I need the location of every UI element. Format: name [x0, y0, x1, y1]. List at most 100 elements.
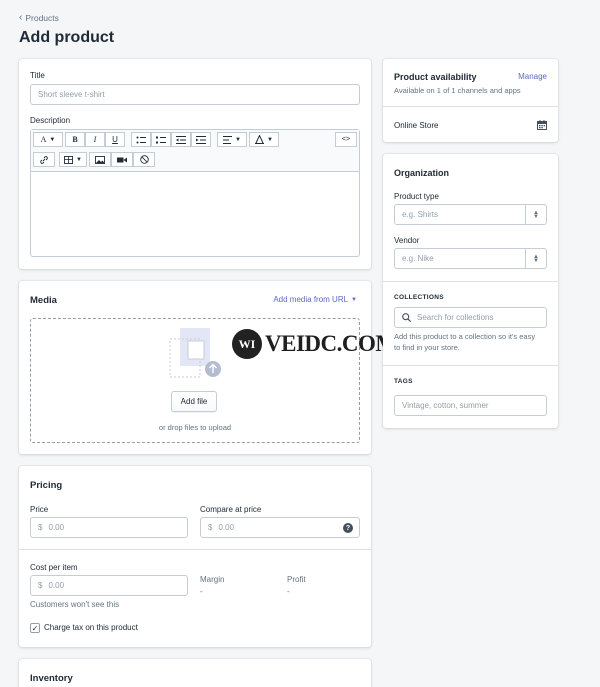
product-type-label: Product type	[394, 192, 439, 201]
select-arrows-icon: ▲ ▼	[525, 205, 546, 224]
manage-link[interactable]: Manage	[518, 72, 547, 81]
organization-heading: Organization	[394, 168, 450, 178]
add-media-from-url-link[interactable]: Add media from URL ▼	[273, 295, 357, 304]
pricing-heading: Pricing	[30, 480, 63, 491]
vendor-select[interactable]: e.g. Nike ▲ ▼	[394, 248, 547, 269]
insert-table-button[interactable]: ▼	[59, 152, 87, 167]
add-file-button[interactable]: Add file	[171, 391, 217, 412]
page-title: Add product	[19, 29, 115, 46]
indent-button[interactable]	[191, 132, 211, 147]
charge-tax-label: Charge tax on this product	[44, 623, 138, 632]
numbered-list-icon	[156, 136, 166, 143]
image-icon	[95, 155, 105, 164]
cost-currency: $	[38, 581, 43, 590]
price-label: Price	[30, 505, 49, 514]
outdent-icon	[176, 135, 186, 144]
insert-link-button[interactable]	[33, 152, 55, 167]
caret-down-icon: ▼	[351, 296, 357, 303]
caret-down-icon: ▼	[49, 136, 56, 143]
underline-button[interactable]: U	[105, 132, 125, 147]
italic-button[interactable]: I	[85, 132, 105, 147]
link-icon	[40, 155, 48, 164]
cost-value: 0.00	[48, 581, 65, 590]
outdent-button[interactable]	[171, 132, 191, 147]
table-icon	[64, 155, 73, 164]
help-icon[interactable]: ?	[343, 523, 353, 533]
availability-divider	[383, 106, 558, 107]
organization-divider	[383, 281, 558, 282]
bold-button[interactable]: B	[65, 132, 85, 147]
title-input[interactable]: Short sleeve t-shirt	[30, 84, 360, 105]
description-editor[interactable]: A ▼ B I U ▼ ▼ <> ▼	[30, 129, 360, 257]
margin-value: -	[200, 587, 203, 596]
vendor-placeholder: e.g. Nike	[402, 254, 434, 263]
compare-at-price-label: Compare at price	[200, 505, 262, 514]
font-format-label: A	[40, 135, 47, 144]
collections-placeholder: Search for collections	[417, 313, 494, 322]
inventory-card: Inventory	[19, 659, 371, 687]
profit-value: -	[287, 587, 290, 596]
product-type-select[interactable]: e.g. Shirts ▲ ▼	[394, 204, 547, 225]
margin-label: Margin	[200, 575, 225, 584]
add-media-from-url-label: Add media from URL	[273, 295, 349, 304]
product-availability-card: Product availability Manage Available on…	[383, 59, 558, 142]
image-placeholder-icon	[169, 328, 221, 378]
editor-toolbar: A ▼ B I U ▼ ▼ <> ▼	[31, 130, 359, 172]
text-color-button[interactable]: ▼	[249, 132, 279, 147]
caret-down-icon: ▼	[235, 136, 241, 143]
watermark-logo: WI VEIDC.COM	[232, 329, 397, 359]
product-details-card: Title Short sleeve t-shirt Description A…	[19, 59, 371, 269]
pricing-divider	[19, 549, 371, 550]
title-label: Title	[30, 71, 45, 80]
insert-video-button[interactable]	[111, 152, 133, 167]
bullet-list-button[interactable]	[131, 132, 151, 147]
title-placeholder: Short sleeve t-shirt	[38, 90, 105, 99]
tags-divider	[383, 365, 558, 366]
cost-per-item-label: Cost per item	[30, 563, 78, 572]
vendor-label: Vendor	[394, 236, 420, 245]
font-format-button[interactable]: A ▼	[33, 132, 63, 147]
chevron-left-icon: ‹	[19, 12, 23, 23]
breadcrumb-back-link[interactable]: ‹ Products	[19, 12, 59, 24]
compare-value: 0.00	[218, 523, 235, 532]
clear-formatting-button[interactable]	[133, 152, 155, 167]
collections-heading: COLLECTIONS	[394, 294, 444, 301]
clear-formatting-icon	[139, 155, 149, 164]
html-view-button[interactable]: <>	[335, 132, 357, 147]
indent-icon	[196, 135, 206, 144]
watermark-emblem: WI	[232, 329, 262, 359]
insert-image-button[interactable]	[89, 152, 111, 167]
drop-files-hint: or drop files to upload	[158, 423, 232, 432]
charge-tax-checkbox[interactable]: ✓	[30, 623, 40, 633]
tags-input[interactable]: Vintage, cotton, summer	[394, 395, 547, 416]
organization-card: Organization Product type e.g. Shirts ▲ ▼…	[383, 154, 558, 428]
calendar-icon[interactable]	[537, 120, 547, 130]
media-heading: Media	[30, 295, 57, 306]
collections-hint-line-2: to find in your store.	[394, 343, 460, 352]
media-card: Media Add media from URL ▼ Add file or d…	[19, 281, 371, 454]
caret-down-icon: ▼	[267, 136, 273, 143]
cost-per-item-input[interactable]: $ 0.00	[30, 575, 188, 596]
inventory-heading: Inventory	[30, 673, 73, 684]
profit-label: Profit	[287, 575, 306, 584]
breadcrumb-label: Products	[25, 13, 59, 23]
align-button[interactable]: ▼	[217, 132, 247, 147]
watermark-text: VEIDC.COM	[265, 331, 397, 356]
align-left-icon	[223, 135, 233, 144]
caret-down-icon: ▼	[76, 156, 82, 163]
pricing-card: Pricing Price $ 0.00 Compare at price $ …	[19, 466, 371, 647]
video-icon	[117, 157, 127, 162]
search-icon	[402, 313, 411, 322]
collections-search-input[interactable]: Search for collections	[394, 307, 547, 328]
price-value: 0.00	[48, 523, 65, 532]
online-store-channel: Online Store	[394, 121, 439, 130]
cost-hint: Customers won't see this	[30, 600, 120, 609]
text-color-icon	[255, 135, 265, 144]
availability-summary: Available on 1 of 1 channels and apps	[394, 86, 521, 95]
price-input[interactable]: $ 0.00	[30, 517, 188, 538]
price-currency: $	[38, 523, 43, 532]
checkmark-icon: ✓	[31, 623, 39, 633]
compare-at-price-input[interactable]: $ 0.00 ?	[200, 517, 360, 538]
compare-currency: $	[208, 523, 213, 532]
numbered-list-button[interactable]	[151, 132, 171, 147]
